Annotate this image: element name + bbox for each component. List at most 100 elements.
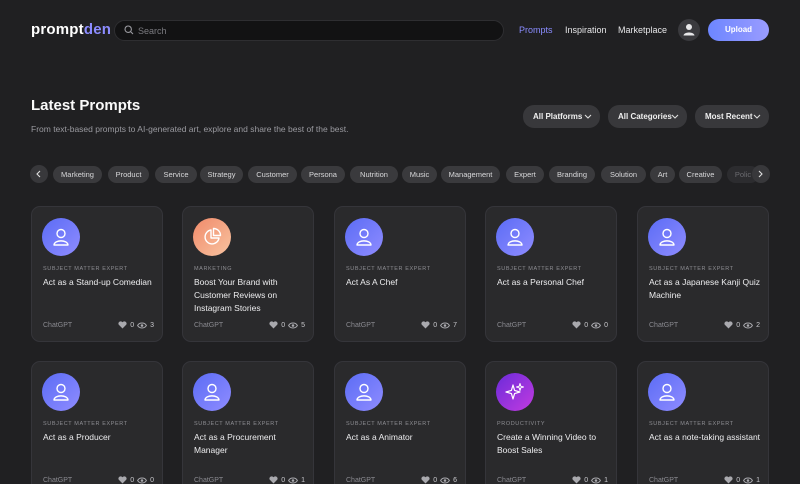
search-icon bbox=[124, 25, 134, 35]
card-icon bbox=[42, 373, 80, 411]
prompt-card[interactable]: PRODUCTIVITY Create a Winning Video to Bo… bbox=[485, 361, 617, 484]
card-platform: ChatGPT bbox=[649, 322, 679, 329]
card-category: MARKETING bbox=[194, 266, 233, 272]
card-platform: ChatGPT bbox=[346, 477, 376, 484]
card-icon bbox=[648, 373, 686, 411]
like-count: 0 bbox=[584, 476, 589, 484]
card-title[interactable]: Act As A Chef bbox=[346, 276, 460, 289]
eye-icon bbox=[591, 322, 602, 328]
chip-creative[interactable]: Creative bbox=[679, 166, 722, 183]
chip-art[interactable]: Art bbox=[650, 166, 675, 183]
view-count: 3 bbox=[150, 321, 154, 329]
eye-icon bbox=[137, 322, 148, 328]
user-icon bbox=[53, 228, 69, 246]
chevron-down-icon bbox=[753, 114, 761, 119]
chevron-right-icon bbox=[758, 170, 763, 178]
prompt-card[interactable]: SUBJECT MATTER EXPERT Act as a Producer Ch… bbox=[31, 361, 163, 484]
nav-prompts[interactable]: Prompts bbox=[519, 25, 553, 35]
chip-persona[interactable]: Persona bbox=[301, 166, 345, 183]
prompt-card[interactable]: MARKETING Boost Your Brand with Customer … bbox=[182, 206, 314, 342]
prompt-card[interactable]: SUBJECT MATTER EXPERT Act as a Procuremen… bbox=[182, 361, 314, 484]
platform-filter-dropdown[interactable]: All Platforms bbox=[523, 105, 600, 128]
chip-management[interactable]: Management bbox=[441, 166, 500, 183]
chip-music[interactable]: Music bbox=[402, 166, 437, 183]
chip-customer[interactable]: Customer bbox=[248, 166, 297, 183]
card-title[interactable]: Act as a Procurement Manager bbox=[194, 431, 308, 457]
chips-scroll-right-button[interactable] bbox=[752, 165, 770, 183]
card-stats: 00 bbox=[118, 476, 154, 484]
eye-icon bbox=[137, 477, 148, 483]
chip-marketing[interactable]: Marketing bbox=[53, 166, 102, 183]
page-title: Latest Prompts bbox=[31, 97, 141, 114]
card-icon bbox=[496, 218, 534, 256]
like-count: 0 bbox=[433, 476, 438, 484]
prompt-card[interactable]: SUBJECT MATTER EXPERT Act as a note-takin… bbox=[637, 361, 769, 484]
view-count: 1 bbox=[301, 476, 305, 484]
card-platform: ChatGPT bbox=[194, 477, 224, 484]
nav-inspiration[interactable]: Inspiration bbox=[565, 25, 607, 35]
view-count: 2 bbox=[756, 321, 760, 329]
eye-icon bbox=[440, 477, 451, 483]
like-count: 0 bbox=[433, 321, 438, 329]
search-input[interactable] bbox=[138, 21, 498, 40]
eye-icon bbox=[288, 322, 299, 328]
chip-strategy[interactable]: Strategy bbox=[200, 166, 243, 183]
nav-marketplace[interactable]: Marketplace bbox=[618, 25, 667, 35]
heart-icon bbox=[421, 476, 430, 484]
chevron-left-icon bbox=[36, 170, 41, 178]
heart-icon bbox=[118, 476, 127, 484]
eye-icon bbox=[440, 322, 451, 328]
card-title[interactable]: Boost Your Brand with Customer Reviews o… bbox=[194, 276, 308, 315]
like-count: 0 bbox=[130, 321, 135, 329]
card-icon bbox=[345, 373, 383, 411]
top-bar: promptden Prompts Inspiration Marketplac… bbox=[0, 0, 800, 62]
card-platform: ChatGPT bbox=[497, 477, 527, 484]
logo-text-prompt: prompt bbox=[31, 21, 84, 38]
card-title[interactable]: Act as a Stand-up Comedian bbox=[43, 276, 157, 289]
user-icon bbox=[204, 383, 220, 401]
card-platform: ChatGPT bbox=[43, 477, 73, 484]
card-stats: 01 bbox=[724, 476, 760, 484]
chips-scroll-left-button[interactable] bbox=[30, 165, 48, 183]
logo[interactable]: promptden bbox=[31, 21, 111, 38]
prompt-card[interactable]: SUBJECT MATTER EXPERT Act as a Japanese K… bbox=[637, 206, 769, 342]
search-bar[interactable] bbox=[114, 20, 504, 41]
chip-expert[interactable]: Expert bbox=[506, 166, 544, 183]
card-category: SUBJECT MATTER EXPERT bbox=[346, 266, 431, 272]
platform-filter-label: All Platforms bbox=[533, 112, 583, 121]
prompt-card[interactable]: SUBJECT MATTER EXPERT Act as a Stand-up C… bbox=[31, 206, 163, 342]
view-count: 1 bbox=[756, 476, 760, 484]
chip-service[interactable]: Service bbox=[155, 166, 197, 183]
card-stats: 06 bbox=[421, 476, 457, 484]
card-category: SUBJECT MATTER EXPERT bbox=[43, 266, 128, 272]
heart-icon bbox=[269, 321, 278, 329]
card-icon bbox=[648, 218, 686, 256]
chip-nutrition[interactable]: Nutrition bbox=[350, 166, 398, 183]
eye-icon bbox=[743, 322, 754, 328]
card-title[interactable]: Act as a Japanese Kanji Quiz Machine bbox=[649, 276, 763, 302]
card-title[interactable]: Act as a Animator bbox=[346, 431, 460, 444]
card-category: SUBJECT MATTER EXPERT bbox=[649, 266, 734, 272]
card-stats: 01 bbox=[269, 476, 305, 484]
chip-product[interactable]: Product bbox=[108, 166, 149, 183]
prompt-card[interactable]: SUBJECT MATTER EXPERT Act as a Personal C… bbox=[485, 206, 617, 342]
card-category: SUBJECT MATTER EXPERT bbox=[194, 421, 279, 427]
view-count: 6 bbox=[453, 476, 457, 484]
chip-branding[interactable]: Branding bbox=[549, 166, 595, 183]
account-button[interactable] bbox=[678, 19, 700, 41]
card-icon bbox=[496, 373, 534, 411]
like-count: 0 bbox=[130, 476, 135, 484]
card-title[interactable]: Act as a Producer bbox=[43, 431, 157, 444]
category-filter-dropdown[interactable]: All Categories bbox=[608, 105, 687, 128]
card-stats: 01 bbox=[572, 476, 608, 484]
heart-icon bbox=[269, 476, 278, 484]
upload-button[interactable]: Upload bbox=[708, 19, 769, 41]
card-title[interactable]: Act as a Personal Chef bbox=[497, 276, 611, 289]
like-count: 0 bbox=[736, 476, 741, 484]
chip-solution[interactable]: Solution bbox=[601, 166, 646, 183]
prompt-card[interactable]: SUBJECT MATTER EXPERT Act As A Chef ChatGP… bbox=[334, 206, 466, 342]
prompt-card[interactable]: SUBJECT MATTER EXPERT Act as a Animator Ch… bbox=[334, 361, 466, 484]
sort-dropdown[interactable]: Most Recent bbox=[695, 105, 769, 128]
card-title[interactable]: Create a Winning Video to Boost Sales bbox=[497, 431, 611, 457]
card-title[interactable]: Act as a note-taking assistant bbox=[649, 431, 763, 444]
